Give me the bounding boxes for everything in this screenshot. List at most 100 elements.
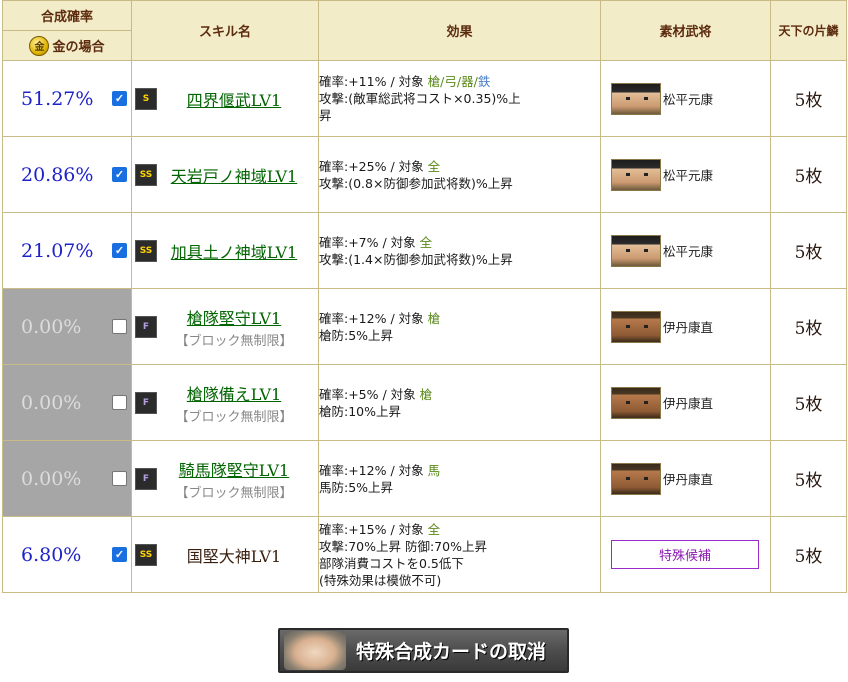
- general-portrait[interactable]: [611, 462, 661, 495]
- general-portrait[interactable]: [611, 386, 661, 419]
- cancel-special-card-label: 特殊合成カードの取消: [356, 641, 547, 663]
- skill-checkbox[interactable]: [112, 547, 127, 562]
- rate-cell: 0.00%: [2, 440, 132, 517]
- header-effect: 効果: [318, 0, 601, 61]
- rank-badge-icon: F: [135, 467, 157, 490]
- tenka-count: 5枚: [770, 516, 847, 593]
- material-general-name: 松平元康: [663, 92, 714, 107]
- skill-cell: S 四界偃武LV1: [131, 60, 319, 137]
- fusion-rate: 0.00%: [21, 315, 82, 338]
- material-cell: 松平元康: [600, 60, 771, 137]
- material-general-name: 伊丹康直: [663, 472, 714, 487]
- fusion-rate: 0.00%: [21, 467, 82, 490]
- effect-cell: 確率:+7% / 対象 全攻撃:(1.4×防御参加武将数)%上昇: [318, 212, 601, 289]
- rate-cell: 0.00%: [2, 364, 132, 441]
- material-cell: 松平元康: [600, 136, 771, 213]
- material-general-name: 松平元康: [663, 244, 714, 259]
- material-cell: 特殊候補: [600, 516, 771, 593]
- material-cell: 伊丹康直: [600, 440, 771, 517]
- effect-line: 攻撃:(敵軍総武将コスト×0.35)%上: [319, 91, 521, 106]
- character-face-icon: [284, 631, 346, 670]
- effect-rate: 確率:+5% / 対象: [319, 386, 420, 402]
- rate-cell: 6.80%: [2, 516, 132, 593]
- tenka-count: 5枚: [770, 364, 847, 441]
- block-unlimited-label: 【ブロック無制限】: [175, 409, 293, 425]
- skill-checkbox[interactable]: [112, 91, 127, 106]
- effect-rate: 確率:+15% / 対象: [319, 521, 428, 537]
- target-type: 鉄: [477, 74, 491, 89]
- effect-line: 攻撃:70%上昇 防御:70%上昇: [319, 538, 487, 554]
- block-unlimited-label: 【ブロック無制限】: [175, 485, 293, 501]
- gold-coin-icon: 金: [29, 35, 50, 56]
- skill-row: 6.80% SS 国堅大神LV1 確率:+15% / 対象 全攻撃:70%上昇 防御:…: [2, 516, 847, 593]
- general-portrait[interactable]: [611, 158, 661, 191]
- skill-checkbox[interactable]: [112, 319, 127, 334]
- tenka-count: 5枚: [770, 136, 847, 213]
- material-general-name: 伊丹康直: [663, 396, 714, 411]
- skill-row: 0.00% F 槍隊堅守LV1 【ブロック無制限】 確率:+12% / 対象 槍槍防:5…: [2, 288, 847, 365]
- target-type: 弓: [444, 74, 457, 89]
- general-portrait[interactable]: [611, 234, 661, 267]
- skill-checkbox[interactable]: [112, 243, 127, 258]
- skill-row: 0.00% F 槍隊備えLV1 【ブロック無制限】 確率:+5% / 対象 槍槍防:10…: [2, 364, 847, 441]
- rate-cell: 51.27%: [2, 60, 132, 137]
- target-type: 全: [419, 234, 433, 250]
- target-type: 全: [427, 158, 441, 174]
- skill-cell: F 騎馬隊堅守LV1 【ブロック無制限】: [131, 440, 319, 517]
- rank-badge-icon: S: [135, 87, 157, 110]
- effect-rate: 確率:+7% / 対象: [319, 234, 420, 250]
- fusion-rate: 20.86%: [21, 163, 94, 186]
- cancel-special-card-button[interactable]: 特殊合成カードの取消: [278, 628, 569, 673]
- effect-line: 攻撃:(0.8×防御参加武将数)%上昇: [319, 175, 513, 191]
- skill-checkbox[interactable]: [112, 471, 127, 486]
- skill-cell: SS 加具土ノ神域LV1: [131, 212, 319, 289]
- rank-badge-icon: SS: [135, 163, 157, 186]
- skill-checkbox[interactable]: [112, 395, 127, 410]
- rate-cell: 21.07%: [2, 212, 132, 289]
- target-type: 全: [427, 521, 441, 537]
- skill-name-link[interactable]: 加具土ノ神域LV1: [132, 239, 318, 263]
- skill-name-link[interactable]: 騎馬隊堅守LV1: [132, 457, 318, 481]
- skill-name-link[interactable]: 天岩戸ノ神域LV1: [132, 163, 318, 187]
- rank-badge-icon: SS: [135, 543, 157, 566]
- tenka-count: 5枚: [770, 212, 847, 289]
- header-rate: 合成確率: [2, 0, 132, 31]
- skill-name-link[interactable]: 槍隊堅守LV1: [132, 305, 318, 329]
- block-unlimited-label: 【ブロック無制限】: [175, 333, 293, 349]
- material-cell: 伊丹康直: [600, 364, 771, 441]
- effect-line: 馬防:5%上昇: [319, 479, 394, 495]
- effect-cell: 確率:+12% / 対象 槍槍防:5%上昇: [318, 288, 601, 365]
- skill-cell: SS 天岩戸ノ神域LV1: [131, 136, 319, 213]
- effect-cell: 確率:+25% / 対象 全攻撃:(0.8×防御参加武将数)%上昇: [318, 136, 601, 213]
- skill-cell: F 槍隊備えLV1 【ブロック無制限】: [131, 364, 319, 441]
- rate-cell: 20.86%: [2, 136, 132, 213]
- effect-line: 攻撃:(1.4×防御参加武将数)%上昇: [319, 251, 513, 267]
- rank-badge-icon: SS: [135, 239, 157, 262]
- header-skill-name: スキル名: [131, 0, 319, 61]
- material-cell: 松平元康: [600, 212, 771, 289]
- skill-name-link: 国堅大神LV1: [186, 546, 282, 566]
- skill-row: 0.00% F 騎馬隊堅守LV1 【ブロック無制限】 確率:+12% / 対象 馬馬防:…: [2, 440, 847, 517]
- tenka-count: 5枚: [770, 288, 847, 365]
- gold-case-label: 金の場合: [52, 40, 105, 55]
- material-cell: 伊丹康直: [600, 288, 771, 365]
- general-portrait[interactable]: [611, 310, 661, 343]
- rank-badge-icon: F: [135, 315, 157, 338]
- effect-rate: 確率:+25% / 対象: [319, 158, 428, 174]
- effect-cell: 確率:+11% / 対象 槍/弓/器/鉄 攻撃:(敵軍総武将コスト×0.35)%上…: [318, 60, 601, 137]
- fusion-rate: 51.27%: [21, 87, 94, 110]
- effect-rate: 確率:+12% / 対象: [319, 310, 428, 326]
- skill-cell: F 槍隊堅守LV1 【ブロック無制限】: [131, 288, 319, 365]
- special-candidate-button[interactable]: 特殊候補: [611, 540, 759, 569]
- skill-checkbox[interactable]: [112, 167, 127, 182]
- material-general-name: 松平元康: [663, 168, 714, 183]
- general-portrait[interactable]: [611, 82, 661, 115]
- header-tenka: 天下の片鱗: [770, 0, 847, 61]
- skill-name-link[interactable]: 四界偃武LV1: [132, 87, 318, 111]
- fusion-table: 合成確率 スキル名 効果 素材武将 天下の片鱗 金 金の場合 51.27% S四界…: [2, 0, 847, 593]
- tenka-count: 5枚: [770, 440, 847, 517]
- target-type: 槍: [427, 310, 441, 326]
- fusion-rate: 6.80%: [21, 543, 82, 566]
- skill-name-link[interactable]: 槍隊備えLV1: [132, 381, 318, 405]
- material-general-name: 伊丹康直: [663, 320, 714, 335]
